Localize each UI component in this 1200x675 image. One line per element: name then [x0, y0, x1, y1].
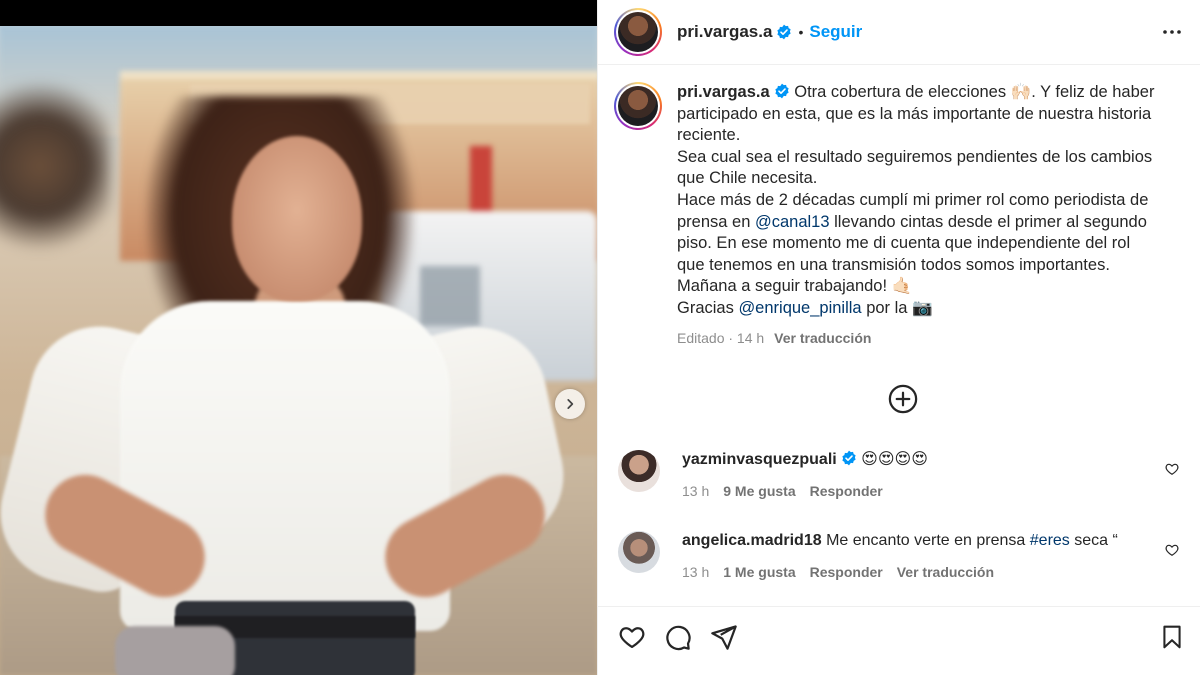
caption-meta: Editado · 14 h Ver traducción: [677, 328, 1177, 350]
verified-badge-icon: [776, 24, 792, 40]
caption-line: Otra cobertura de elecciones 🙌🏻. Y feliz…: [794, 83, 1155, 101]
commenter-username[interactable]: angelica.madrid18: [682, 532, 822, 549]
reply-button[interactable]: Responder: [810, 564, 883, 580]
commenter-username[interactable]: yazminvasquezpuali: [682, 451, 837, 468]
commenter-avatar[interactable]: [618, 450, 660, 492]
mention-link[interactable]: @enrique_pinilla: [738, 299, 861, 317]
comment-time: 13 h: [682, 564, 710, 580]
heart-icon[interactable]: [1165, 462, 1179, 481]
share-icon[interactable]: [710, 623, 738, 656]
caption-line: que Chile necesita.: [677, 169, 818, 188]
caption-line: que tenemos en una transmisión todos som…: [677, 255, 1110, 274]
heart-icon[interactable]: [1165, 543, 1179, 562]
commenter-avatar[interactable]: [618, 531, 660, 573]
caption-text: pri.vargas.a Otra cobertura de eleccione…: [677, 82, 1177, 349]
photo-van-window: [420, 266, 480, 326]
comment-text: 😍😍😍😍: [861, 451, 928, 468]
post-body: pri.vargas.a Otra cobertura de eleccione…: [598, 66, 1200, 606]
caption-line: Gracias: [677, 298, 739, 317]
avatar-image: [618, 12, 658, 52]
separator-dot: •: [798, 24, 804, 40]
comment-text: seca “: [1069, 532, 1118, 549]
action-bar: [598, 606, 1200, 675]
comment-likes[interactable]: 1 Me gusta: [723, 564, 795, 580]
photo-person-face: [232, 136, 362, 301]
author-avatar[interactable]: [614, 8, 662, 56]
hashtag-link[interactable]: #eres: [1030, 532, 1070, 549]
bookmark-icon[interactable]: [1159, 623, 1185, 656]
comment-text: Me encanto verte en prensa: [826, 532, 1030, 549]
caption-line: Hace más de 2 décadas cumplí mi primer r…: [677, 190, 1149, 209]
caption-line: piso. En ese momento me di cuenta que in…: [677, 234, 1131, 253]
edited-timestamp: Editado · 14 h: [677, 329, 765, 346]
caption-line: reciente.: [677, 126, 741, 145]
caption-username[interactable]: pri.vargas.a: [677, 83, 770, 101]
comment-icon[interactable]: [664, 623, 692, 656]
comment-item: angelica.madrid18 Me encanto verte en pr…: [614, 531, 1189, 580]
carousel-next-button[interactable]: [555, 389, 585, 419]
caption-line: Mañana a seguir trabajando! 🤙🏻: [677, 277, 913, 296]
verified-badge-icon: [774, 83, 790, 99]
caption-line: prensa en: [677, 212, 755, 231]
add-comments-icon[interactable]: [888, 384, 918, 414]
caption-line: por la 📷: [861, 298, 933, 317]
author-username[interactable]: pri.vargas.a: [677, 22, 772, 42]
post-panel: pri.vargas.a • Seguir pri.vargas.a Otra …: [597, 0, 1200, 675]
chevron-right-icon: [567, 399, 574, 409]
translate-link[interactable]: Ver traducción: [897, 564, 994, 580]
avatar-image: [618, 86, 658, 126]
follow-button[interactable]: Seguir: [809, 22, 862, 42]
mention-link[interactable]: @canal13: [755, 213, 830, 231]
caption-line: participado en esta, que es la más impor…: [677, 104, 1152, 123]
post-header: pri.vargas.a • Seguir: [598, 0, 1200, 65]
comment-time: 13 h: [682, 483, 710, 499]
photo-person-bag: [115, 626, 235, 675]
translate-link[interactable]: Ver traducción: [774, 330, 871, 346]
post-photo: [0, 26, 597, 675]
caption-line: Sea cual sea el resultado seguiremos pen…: [677, 147, 1153, 166]
post-media: [0, 0, 597, 675]
comment-item: yazminvasquezpuali 😍😍😍😍 13 h 9 Me gusta Re…: [614, 450, 1189, 499]
comment-likes[interactable]: 9 Me gusta: [723, 483, 795, 499]
like-heart-icon[interactable]: [618, 623, 646, 656]
reply-button[interactable]: Responder: [810, 483, 883, 499]
more-options-icon[interactable]: [1160, 20, 1184, 44]
post-caption: pri.vargas.a Otra cobertura de eleccione…: [614, 82, 1194, 349]
caption-line: llevando cintas desde el primer al segun…: [829, 212, 1147, 231]
caption-author-avatar[interactable]: [614, 82, 662, 130]
verified-badge-icon: [841, 450, 857, 466]
photo-tree: [0, 66, 110, 266]
